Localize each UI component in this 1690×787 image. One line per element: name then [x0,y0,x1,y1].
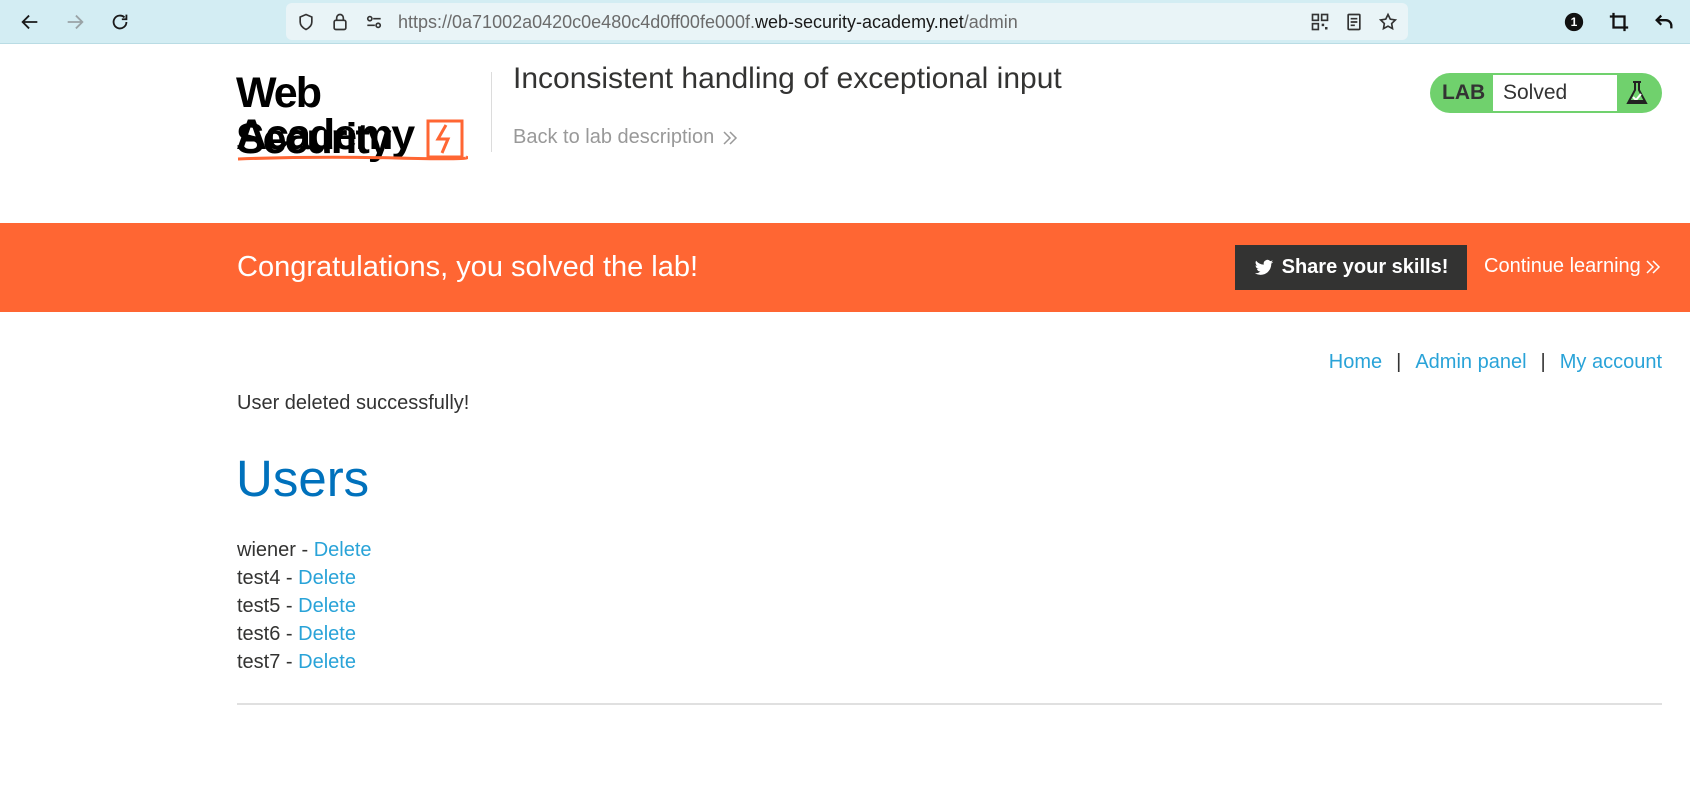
logo-lightning-icon [426,119,464,159]
share-skills-label: Share your skills! [1281,256,1449,278]
nav-separator: | [1396,351,1402,373]
nav-admin-panel-link[interactable]: Admin panel [1415,351,1526,374]
delete-user-link[interactable]: Delete [298,567,356,589]
lab-status-widget: LAB Solved [1430,73,1662,113]
separator-dash: - [295,539,314,561]
twitter-icon [1254,259,1273,275]
browser-toolbar: https://0a71002a0420c0e480c4d0ff00fe000f… [0,0,1690,44]
delete-user-link[interactable]: Delete [314,539,372,561]
extension-badge-count: 1 [1570,15,1578,29]
user-row: test4 - Delete [237,564,372,592]
flask-icon [1626,81,1648,104]
logo-text-line2: Academy [236,111,415,159]
username: test7 [237,651,281,673]
url-path: /admin [963,12,1018,32]
separator-dash: - [280,651,299,673]
bookmark-star-icon[interactable] [1377,11,1399,33]
extension-badge-icon[interactable]: 1 [1559,7,1589,37]
banner-message: Congratulations, you solved the lab! [237,251,699,283]
forward-icon[interactable] [60,7,90,37]
logo-underline-icon [237,155,468,161]
undo-icon[interactable] [1649,7,1679,37]
user-list: wiener - Delete test4 - Delete test5 - D… [237,536,372,676]
user-row: test5 - Delete [237,592,372,620]
nav-my-account-link[interactable]: My account [1560,351,1662,374]
content-divider [237,703,1662,705]
lab-status-label: LAB [1442,81,1486,104]
username: test5 [237,595,281,617]
user-row: test6 - Delete [237,620,372,648]
users-heading: Users [236,450,370,507]
url-host: web-security-academy.net [755,12,964,32]
address-bar[interactable]: https://0a71002a0420c0e480c4d0ff00fe000f… [286,3,1408,40]
username: wiener [237,539,296,561]
continue-learning-label: Continue learning [1484,255,1641,277]
status-message: User deleted successfully! [237,392,470,414]
lab-title: Inconsistent handling of exceptional inp… [513,62,1062,95]
delete-user-link[interactable]: Delete [298,651,356,673]
top-navigation: Home | Admin panel | My account [1329,351,1662,374]
share-skills-button[interactable]: Share your skills! [1235,245,1467,290]
separator-dash: - [280,623,299,645]
nav-separator: | [1540,351,1546,373]
url-text: https://0a71002a0420c0e480c4d0ff00fe000f… [398,12,1018,33]
nav-home-link[interactable]: Home [1329,351,1382,374]
double-chevron-right-icon [1646,259,1660,274]
site-settings-icon[interactable] [363,11,385,33]
qr-code-icon[interactable] [1309,11,1331,33]
separator-dash: - [280,595,299,617]
back-link-label: Back to lab description [513,126,715,148]
shield-icon[interactable] [295,11,317,33]
user-row: wiener - Delete [237,536,372,564]
separator-dash: - [280,567,299,589]
reload-icon[interactable] [105,7,135,37]
delete-user-link[interactable]: Delete [298,623,356,645]
back-icon[interactable] [15,7,45,37]
user-row: test7 - Delete [237,648,372,676]
username: test6 [237,623,281,645]
delete-user-link[interactable]: Delete [298,595,356,617]
header-divider [491,72,492,152]
url-prefix: https://0a71002a0420c0e480c4d0ff00fe000f… [398,12,755,32]
double-chevron-right-icon [723,130,738,145]
username: test4 [237,567,281,589]
lab-status-value: Solved [1493,75,1617,111]
continue-learning-link[interactable]: Continue learning [1484,255,1661,278]
crop-icon[interactable] [1604,7,1634,37]
reader-view-icon[interactable] [1343,11,1365,33]
lock-icon[interactable] [329,11,351,33]
solved-banner: Congratulations, you solved the lab! Sha… [0,223,1690,312]
web-security-academy-logo[interactable]: Web Security Academy [236,66,468,162]
back-to-lab-description-link[interactable]: Back to lab description [513,126,738,149]
